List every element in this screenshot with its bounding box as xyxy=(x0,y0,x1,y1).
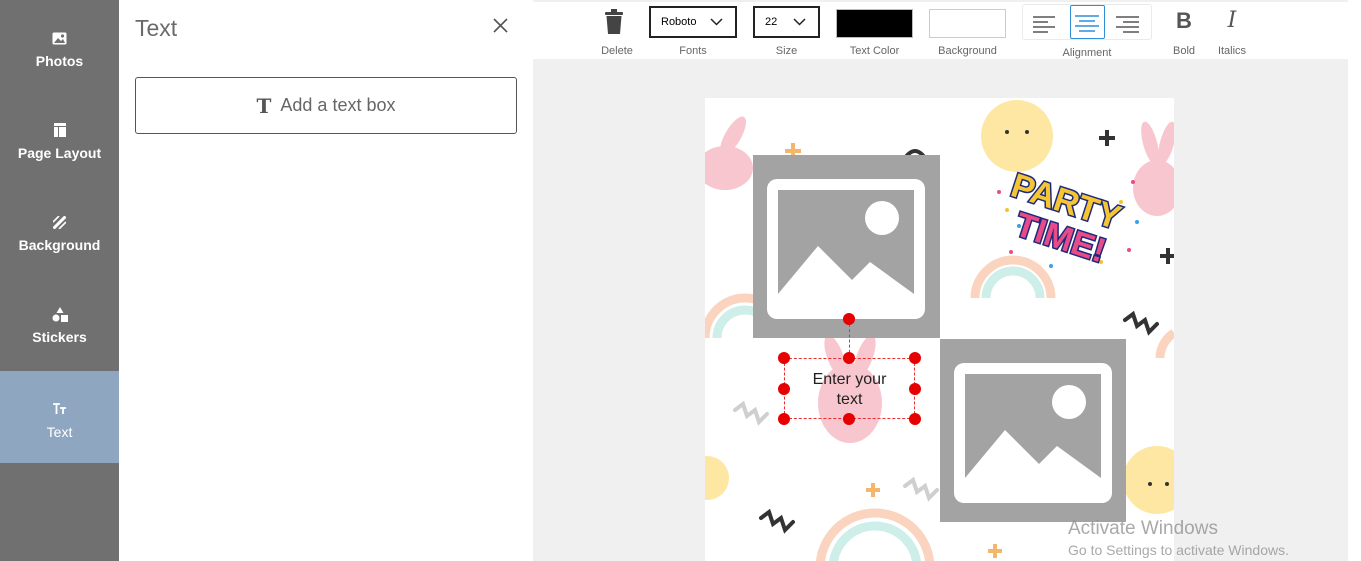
align-center-button[interactable] xyxy=(1070,5,1105,39)
text-size-icon xyxy=(52,401,68,417)
image-placeholder-icon xyxy=(767,179,925,319)
font-value: Roboto xyxy=(661,16,697,28)
sidebar-item-photos[interactable]: Photos xyxy=(0,0,119,92)
toolbar: Delete Roboto Fonts 22 Size Text Color B… xyxy=(533,0,1348,59)
size-value: 22 xyxy=(765,16,778,28)
text-color-label: Text Color xyxy=(849,45,900,57)
photo-placeholder-1[interactable] xyxy=(753,155,940,338)
party-time-sticker[interactable]: PARTY TIME! xyxy=(991,162,1143,272)
align-center-icon xyxy=(1071,15,1103,41)
resize-handle-bottom-right[interactable] xyxy=(909,413,921,425)
activation-watermark-subtitle: Go to Settings to activate Windows. xyxy=(1068,542,1289,558)
add-text-box-label: Add a text box xyxy=(280,95,396,115)
sidebar-item-stickers[interactable]: Stickers xyxy=(0,276,119,368)
text-icon: T xyxy=(256,93,272,118)
fonts-label: Fonts xyxy=(679,45,707,57)
background-label: Background xyxy=(938,45,997,57)
chevron-down-icon xyxy=(710,17,723,29)
delete-label: Delete xyxy=(601,45,633,57)
trash-icon xyxy=(603,9,625,39)
font-select[interactable]: Roboto xyxy=(649,6,737,38)
sidebar-item-label: Page Layout xyxy=(17,145,102,161)
sidebar-item-page-layout[interactable]: Page Layout xyxy=(0,92,119,184)
resize-handle-bottom-left[interactable] xyxy=(778,413,790,425)
text-box-line-1: Enter your xyxy=(812,371,887,388)
size-select[interactable]: 22 xyxy=(753,6,820,38)
sidebar: Photos Page Layout Background Stickers T… xyxy=(0,0,119,561)
rotate-handle[interactable] xyxy=(843,313,855,325)
resize-handle-top-left[interactable] xyxy=(778,352,790,364)
text-color-swatch[interactable] xyxy=(836,9,913,38)
size-label: Size xyxy=(775,45,798,57)
sidebar-item-label: Background xyxy=(18,237,101,253)
resize-handle-top[interactable] xyxy=(843,352,855,364)
resize-handle-bottom[interactable] xyxy=(843,413,855,425)
design-page[interactable]: PARTY TIME! xyxy=(705,98,1174,561)
sidebar-item-label: Photos xyxy=(35,53,84,69)
activation-watermark-title: Activate Windows xyxy=(1068,518,1218,539)
italics-label: Italics xyxy=(1217,45,1247,57)
close-icon[interactable] xyxy=(490,15,512,37)
align-left-button[interactable] xyxy=(1027,8,1061,38)
bold-label: Bold xyxy=(1172,45,1196,57)
shapes-icon xyxy=(52,306,68,322)
italic-button[interactable]: I xyxy=(1219,8,1245,36)
sidebar-item-background[interactable]: Background xyxy=(0,184,119,276)
align-right-icon xyxy=(1111,16,1145,42)
alignment-label: Alignment xyxy=(1062,47,1112,59)
add-text-box-button[interactable]: T Add a text box xyxy=(135,77,517,134)
panel-title: Text xyxy=(135,15,178,41)
resize-handle-left[interactable] xyxy=(778,383,790,395)
align-right-button[interactable] xyxy=(1111,8,1145,38)
pattern-icon xyxy=(52,214,68,230)
resize-handle-top-right[interactable] xyxy=(909,352,921,364)
sidebar-item-label: Text xyxy=(46,424,73,440)
sidebar-item-label: Stickers xyxy=(32,329,87,345)
app-root: Photos Page Layout Background Stickers T… xyxy=(0,0,1361,561)
text-box-line-2: text xyxy=(836,391,863,408)
sidebar-item-text[interactable]: Text xyxy=(0,371,119,463)
alignment-group xyxy=(1022,4,1152,40)
layout-icon xyxy=(52,122,68,138)
sticker-graphic: PARTY TIME! xyxy=(997,165,1139,272)
chevron-down-icon xyxy=(793,17,806,29)
scrollbar-track[interactable] xyxy=(1348,0,1361,561)
align-left-icon xyxy=(1027,16,1061,42)
image-placeholder-icon xyxy=(954,363,1112,503)
photo-placeholder-2[interactable] xyxy=(940,339,1126,522)
text-panel: Text T Add a text box xyxy=(119,0,533,561)
background-color-swatch[interactable] xyxy=(929,9,1006,38)
delete-button[interactable] xyxy=(603,9,629,37)
resize-handle-right[interactable] xyxy=(909,383,921,395)
text-box[interactable]: Enter your text xyxy=(784,358,915,419)
image-icon xyxy=(52,30,68,46)
bold-button[interactable]: B xyxy=(1171,8,1197,36)
